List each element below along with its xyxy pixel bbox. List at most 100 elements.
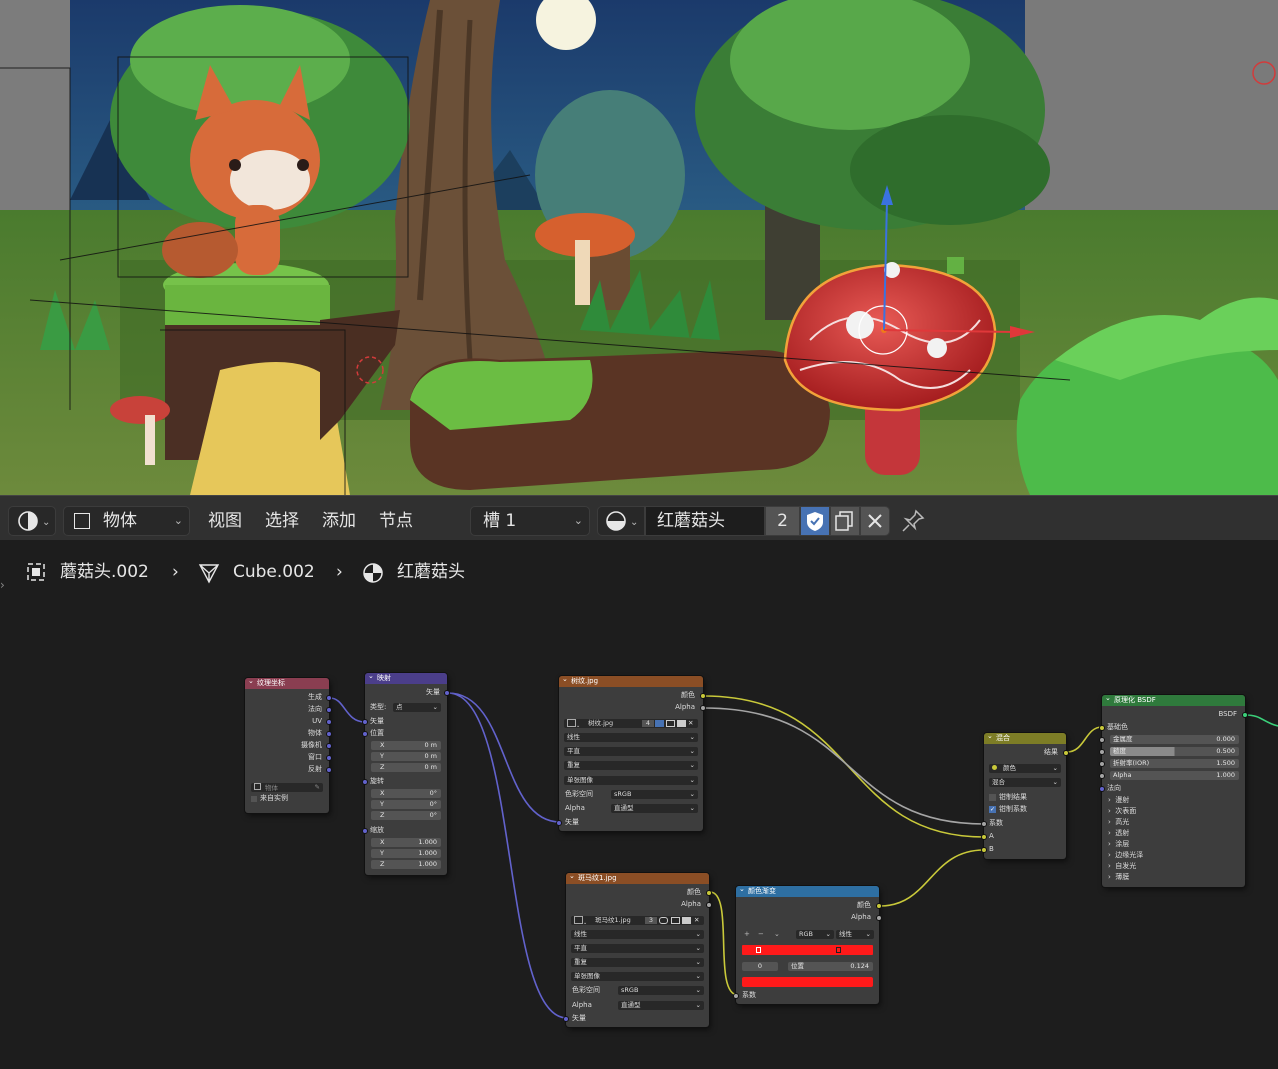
output-socket[interactable] bbox=[326, 767, 332, 773]
input-socket[interactable] bbox=[1099, 786, 1105, 792]
input-socket[interactable] bbox=[1099, 737, 1105, 743]
remove-stop-button[interactable]: − bbox=[758, 930, 764, 939]
location-y-field[interactable]: Y 0 m bbox=[371, 752, 441, 761]
unlink-material-button[interactable] bbox=[860, 506, 890, 536]
color-stop-handle[interactable] bbox=[756, 947, 761, 953]
image-datablock[interactable]: ⌄ 树纹.jpg 4 ✕ bbox=[564, 719, 698, 729]
interpolation-dropdown[interactable]: 线性 ⌄ bbox=[571, 930, 704, 939]
folder-icon[interactable] bbox=[682, 917, 691, 924]
output-socket[interactable] bbox=[700, 693, 706, 699]
ior-field[interactable]: 折射率(IOR) 1.500 bbox=[1110, 759, 1239, 768]
blend-mode-dropdown[interactable]: 混合 ⌄ bbox=[989, 778, 1061, 787]
menu-add[interactable]: 添加 bbox=[322, 509, 356, 533]
location-z-field[interactable]: Z 0 m bbox=[371, 763, 441, 772]
input-socket[interactable] bbox=[362, 719, 368, 725]
checkbox-from-instancer[interactable] bbox=[251, 796, 257, 802]
panel-coat[interactable]: › 涂层 bbox=[1108, 840, 1129, 849]
node-color-ramp[interactable]: 颜色渐变 颜色 Alpha + − ⌄ RGB ⌄ 线性 ⌄ 0 位置 0.124 系… bbox=[733, 884, 882, 1004]
panel-emission[interactable]: › 自发光 bbox=[1108, 862, 1136, 871]
metallic-field[interactable]: 金属度 0.000 bbox=[1110, 735, 1239, 744]
node-image-texture-bark[interactable]: 树纹.jpg 颜色 Alpha ⌄ 树纹.jpg 4 ✕ 线性 ⌄ 平直 ⌄ 重复 ⌄… bbox=[556, 674, 706, 831]
menu-node[interactable]: 节点 bbox=[379, 509, 413, 533]
shield-icon[interactable] bbox=[655, 720, 664, 727]
input-socket[interactable] bbox=[981, 847, 987, 853]
panel-diffuse[interactable]: › 漫射 bbox=[1108, 796, 1129, 805]
input-socket[interactable] bbox=[981, 821, 987, 827]
mapping-type-dropdown[interactable]: 点 ⌄ bbox=[393, 703, 441, 712]
image-users[interactable]: 4 bbox=[642, 720, 654, 727]
input-socket[interactable] bbox=[1099, 773, 1105, 779]
interpolation-dropdown[interactable]: 线性 ⌄ bbox=[564, 733, 698, 742]
checkbox-clamp-factor[interactable]: ✓ bbox=[989, 806, 996, 813]
input-socket[interactable] bbox=[1099, 761, 1105, 767]
panel-sheen[interactable]: › 边缘光泽 bbox=[1108, 851, 1143, 860]
copy-icon[interactable] bbox=[666, 720, 675, 727]
input-socket[interactable] bbox=[733, 993, 739, 999]
panel-subsurface[interactable]: › 次表面 bbox=[1108, 807, 1136, 816]
stop-color-swatch[interactable] bbox=[742, 977, 873, 987]
location-x-field[interactable]: X 0 m bbox=[371, 741, 441, 750]
color-ramp-bar[interactable] bbox=[742, 945, 873, 955]
active-stop-index[interactable]: 0 bbox=[742, 962, 778, 971]
node-mix[interactable]: 混合 结果 颜色 ⌄ 混合 ⌄ 钳制结果 ✓ 钳制系数 系数 A B bbox=[981, 731, 1069, 859]
projection-dropdown[interactable]: 平直 ⌄ bbox=[564, 747, 698, 756]
output-socket[interactable] bbox=[326, 719, 332, 725]
rotation-x-field[interactable]: X 0° bbox=[371, 789, 441, 798]
colorspace-dropdown[interactable]: sRGB ⌄ bbox=[618, 986, 704, 995]
input-socket[interactable] bbox=[362, 731, 368, 737]
panel-thin-film[interactable]: › 薄膜 bbox=[1108, 873, 1129, 882]
stop-position-field[interactable]: 位置 0.124 bbox=[788, 962, 873, 971]
image-users[interactable]: 3 bbox=[645, 917, 657, 924]
slot-dropdown[interactable]: 槽 1 ⌄ bbox=[470, 506, 590, 536]
rotation-y-field[interactable]: Y 0° bbox=[371, 800, 441, 809]
duplicate-material-button[interactable] bbox=[830, 506, 860, 536]
node-image-texture-zebra[interactable]: 斑马纹1.jpg 颜色 Alpha ⌄ 斑马纹1.jpg 3 ✕ 线性 ⌄ 平直 ⌄… bbox=[563, 871, 712, 1027]
projection-dropdown[interactable]: 平直 ⌄ bbox=[571, 944, 704, 953]
output-socket[interactable] bbox=[326, 731, 332, 737]
panel-transmission[interactable]: › 透射 bbox=[1108, 829, 1129, 838]
node-mapping[interactable]: 映射 矢量 类型: 点⌄ 矢量 位置 X0 m Y0 m Z0 m 旋转 X0°… bbox=[362, 671, 450, 875]
output-socket[interactable] bbox=[706, 890, 712, 896]
alpha-field[interactable]: Alpha 1.000 bbox=[1110, 771, 1239, 780]
object-picker[interactable]: 物体 ✎ bbox=[251, 783, 323, 792]
input-socket[interactable] bbox=[1099, 749, 1105, 755]
panel-specular[interactable]: › 高光 bbox=[1108, 818, 1129, 827]
scale-z-field[interactable]: Z 1.000 bbox=[371, 860, 441, 869]
extension-dropdown[interactable]: 重复 ⌄ bbox=[571, 958, 704, 967]
checkbox-clamp-result[interactable] bbox=[989, 794, 996, 801]
editor-type-menu[interactable]: ⌄ bbox=[8, 506, 56, 536]
folder-icon[interactable] bbox=[677, 720, 686, 727]
output-socket[interactable] bbox=[444, 690, 450, 696]
output-socket[interactable] bbox=[700, 705, 706, 711]
output-socket[interactable] bbox=[1063, 750, 1069, 756]
colorspace-dropdown[interactable]: sRGB ⌄ bbox=[611, 790, 698, 799]
fake-user-toggle[interactable] bbox=[800, 506, 830, 536]
output-socket[interactable] bbox=[876, 915, 882, 921]
menu-select[interactable]: 选择 bbox=[265, 509, 299, 533]
output-socket[interactable] bbox=[326, 707, 332, 713]
output-socket[interactable] bbox=[876, 903, 882, 909]
alpha-mode-dropdown[interactable]: 直通型 ⌄ bbox=[611, 804, 698, 813]
chevron-down-icon[interactable]: ⌄ bbox=[774, 930, 780, 939]
roughness-field[interactable]: 糙度 0.500 bbox=[1110, 747, 1239, 756]
image-datablock[interactable]: ⌄ 斑马纹1.jpg 3 ✕ bbox=[571, 916, 704, 926]
material-name-field[interactable]: 红蘑菇头 bbox=[645, 506, 765, 536]
close-icon[interactable]: ✕ bbox=[694, 916, 699, 925]
data-type-dropdown[interactable]: 颜色 ⌄ bbox=[989, 764, 1061, 773]
output-socket[interactable] bbox=[326, 695, 332, 701]
input-socket[interactable] bbox=[556, 820, 562, 826]
source-dropdown[interactable]: 单张图像 ⌄ bbox=[564, 776, 698, 785]
browse-material-button[interactable]: ⌄ bbox=[597, 506, 645, 536]
source-dropdown[interactable]: 单张图像 ⌄ bbox=[571, 972, 704, 981]
input-socket[interactable] bbox=[981, 834, 987, 840]
add-stop-button[interactable]: + bbox=[744, 930, 750, 939]
input-socket[interactable] bbox=[1099, 725, 1105, 731]
eyedropper-icon[interactable]: ✎ bbox=[315, 783, 320, 792]
node-texture-coordinate[interactable]: 纹理坐标 生成 法向 UV 物体 摄像机 窗口 反射 物体 ✎ 来自实例 bbox=[245, 676, 332, 813]
output-socket[interactable] bbox=[326, 743, 332, 749]
3d-viewport[interactable] bbox=[0, 0, 1278, 495]
rotation-z-field[interactable]: Z 0° bbox=[371, 811, 441, 820]
input-socket[interactable] bbox=[563, 1016, 569, 1022]
copy-icon[interactable] bbox=[671, 917, 680, 924]
node-editor-canvas[interactable]: 蘑菇头.002 › Cube.002 › 红蘑菇头 › 纹理坐标 生成 bbox=[0, 540, 1278, 1069]
